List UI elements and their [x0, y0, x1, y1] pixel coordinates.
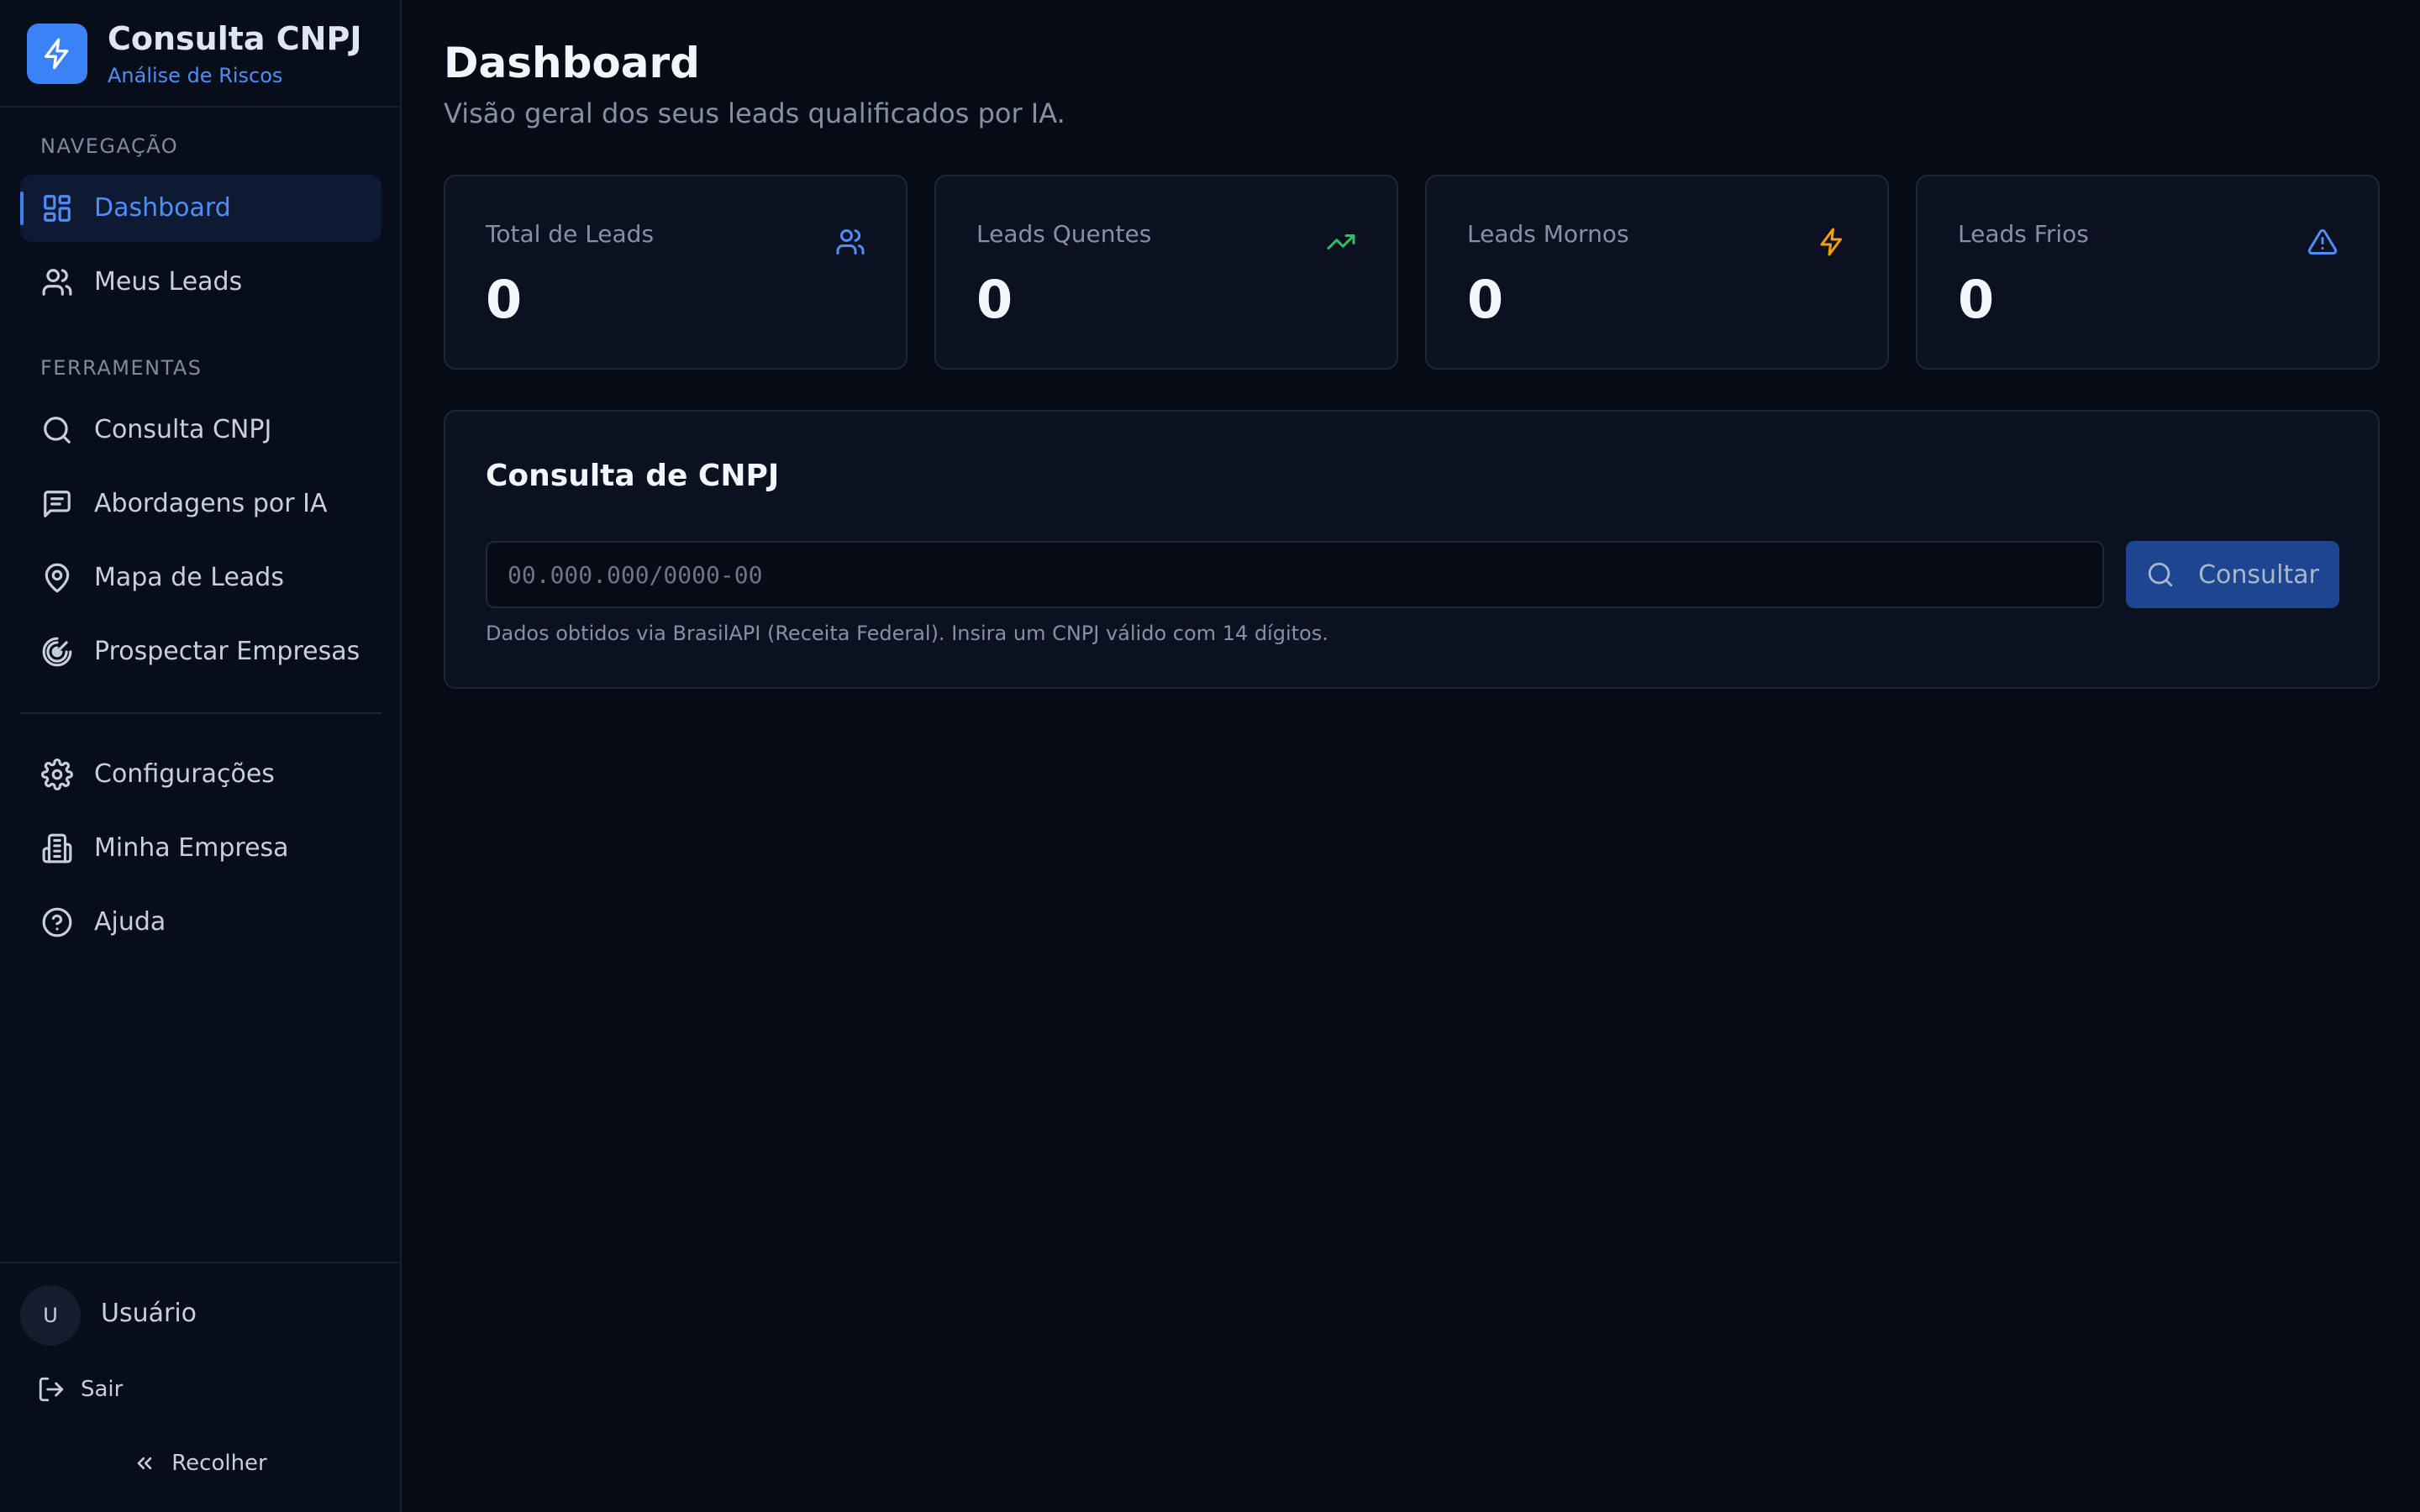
collapse-sidebar-button[interactable]: Recolher [0, 1446, 400, 1480]
sidebar-item-my-company[interactable]: Minha Empresa [20, 815, 381, 882]
logout-label: Sair [81, 1377, 124, 1402]
help-circle-icon [40, 906, 74, 939]
sidebar-item-settings[interactable]: Configurações [20, 741, 381, 808]
collapse-label: Recolher [171, 1451, 267, 1476]
stat-value: 0 [486, 269, 523, 330]
bolt-icon [1817, 227, 1847, 257]
stat-card-hot-leads: Leads Quentes 0 [934, 175, 1398, 370]
dashboard-grid-icon [40, 192, 74, 225]
radar-icon [40, 635, 74, 669]
stat-value: 0 [976, 269, 1013, 330]
query-help-text: Dados obtidos via BrasilAPI (Receita Fed… [486, 622, 1328, 645]
brand-title: Consulta CNPJ [108, 20, 362, 57]
avatar[interactable]: U [20, 1285, 81, 1346]
search-icon [2146, 560, 2175, 589]
users-icon [835, 227, 865, 257]
message-icon [40, 487, 74, 521]
stat-card-warm-leads: Leads Mornos 0 [1425, 175, 1889, 370]
stat-label: Leads Mornos [1467, 220, 1629, 248]
page-title: Dashboard [444, 39, 700, 87]
sidebar-item-label: Ajuda [94, 907, 166, 937]
sidebar-item-label: Mapa de Leads [94, 563, 284, 592]
sidebar-item-dashboard[interactable]: Dashboard [20, 175, 381, 242]
sidebar-footer: U Usuário Sair Recolher [0, 1262, 400, 1512]
stat-value: 0 [1958, 269, 1995, 330]
cnpj-query-card: Consulta de CNPJ Consultar Dados obtidos… [444, 410, 2380, 689]
tools-section-label: FERRAMENTAS [40, 356, 203, 380]
sidebar-item-help[interactable]: Ajuda [20, 889, 381, 956]
map-pin-icon [40, 561, 74, 595]
sidebar-item-cnpj-lookup[interactable]: Consulta CNPJ [20, 396, 381, 464]
sidebar-item-label: Configurações [94, 759, 275, 789]
sidebar-item-ai-approaches[interactable]: Abordagens por IA [20, 470, 381, 538]
nav-section-label: NAVEGAÇÃO [40, 134, 179, 158]
consult-button-label: Consultar [2198, 559, 2319, 590]
bolt-icon[interactable] [27, 24, 87, 84]
stat-card-total-leads: Total de Leads 0 [444, 175, 908, 370]
sidebar-divider [20, 712, 381, 714]
user-name: Usuário [101, 1299, 197, 1328]
sidebar-item-label: Dashboard [94, 193, 231, 223]
sidebar-item-prospect-companies[interactable]: Prospectar Empresas [20, 618, 381, 685]
trending-up-icon [1326, 227, 1356, 257]
chevrons-left-icon [133, 1452, 156, 1475]
stat-label: Leads Quentes [976, 220, 1152, 248]
logout-icon [37, 1375, 66, 1404]
cnpj-input[interactable] [486, 541, 2104, 608]
sidebar-item-label: Meus Leads [94, 267, 243, 297]
brand-header: Consulta CNPJ Análise de Riscos [0, 0, 400, 108]
building-icon [40, 832, 74, 865]
sidebar-item-label: Prospectar Empresas [94, 637, 360, 666]
alert-triangle-icon [2307, 227, 2338, 257]
gear-icon [40, 758, 74, 791]
sidebar-item-leads-map[interactable]: Mapa de Leads [20, 544, 381, 612]
stat-label: Leads Frios [1958, 220, 2089, 248]
brand-subtitle: Análise de Riscos [108, 64, 283, 87]
sidebar-item-label: Minha Empresa [94, 833, 289, 863]
consult-button[interactable]: Consultar [2126, 541, 2339, 608]
stat-label: Total de Leads [486, 220, 655, 248]
sidebar: Consulta CNPJ Análise de Riscos NAVEGAÇÃ… [0, 0, 402, 1512]
page-subtitle: Visão geral dos seus leads qualificados … [444, 97, 1065, 129]
sidebar-item-my-leads[interactable]: Meus Leads [20, 249, 381, 316]
stat-card-cold-leads: Leads Frios 0 [1916, 175, 2380, 370]
search-icon [40, 413, 74, 447]
stat-value: 0 [1467, 269, 1504, 330]
query-title: Consulta de CNPJ [486, 459, 780, 493]
app-root: Consulta CNPJ Análise de Riscos NAVEGAÇÃ… [0, 0, 2420, 1512]
logout-button[interactable]: Sair [37, 1373, 123, 1406]
users-icon [40, 265, 74, 299]
sidebar-item-label: Abordagens por IA [94, 489, 328, 518]
sidebar-item-label: Consulta CNPJ [94, 415, 272, 444]
